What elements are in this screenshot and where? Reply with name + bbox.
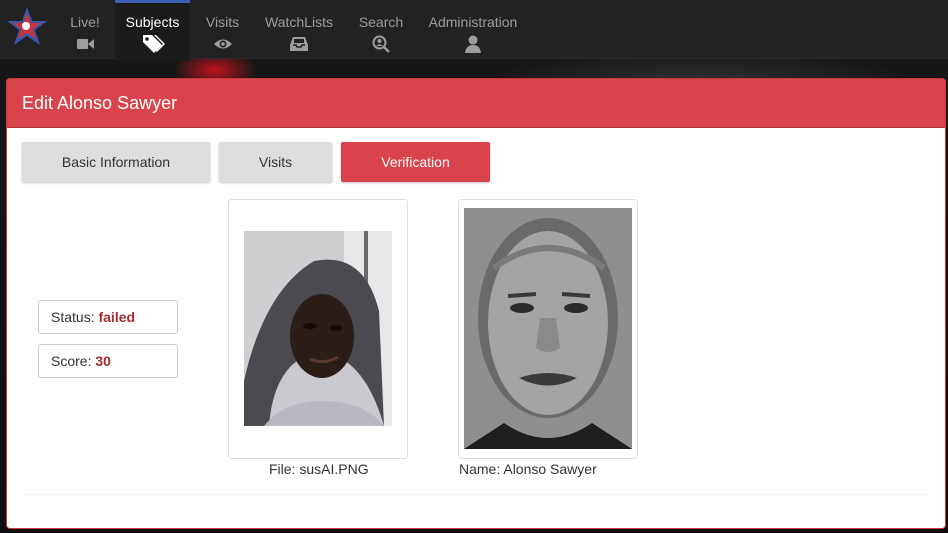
- nav-administration-label: Administration: [428, 14, 518, 30]
- probe-face-photo: [244, 231, 392, 426]
- score-box: Score: 30: [38, 344, 178, 378]
- panel-title: Edit Alonso Sawyer: [7, 79, 945, 128]
- nav-visits[interactable]: Visits: [195, 0, 250, 58]
- tab-visits[interactable]: Visits: [219, 142, 332, 182]
- subject-face-photo: [464, 208, 632, 449]
- video-camera-icon: [77, 39, 94, 49]
- nav-live[interactable]: Live!: [60, 0, 110, 58]
- status-label: Status:: [51, 309, 95, 325]
- top-navbar: Live! Subjects Visits WatchLists Search: [0, 0, 948, 61]
- nav-subjects[interactable]: Subjects: [115, 0, 190, 61]
- tab-verification[interactable]: Verification: [341, 142, 490, 182]
- nav-live-label: Live!: [70, 14, 100, 30]
- nav-watchlists-label: WatchLists: [265, 14, 333, 30]
- app-logo[interactable]: [5, 5, 49, 49]
- tab-basic-information[interactable]: Basic Information: [22, 142, 210, 182]
- nav-search[interactable]: Search: [350, 0, 412, 58]
- user-icon: [465, 35, 481, 53]
- status-box: Status: failed: [38, 300, 178, 334]
- score-value: 30: [95, 353, 111, 369]
- nav-subjects-label: Subjects: [125, 14, 180, 30]
- name-caption: Name: Alonso Sawyer: [459, 461, 597, 477]
- eye-icon: [213, 39, 232, 49]
- probe-image-thumbnail[interactable]: [228, 199, 408, 459]
- subject-image-thumbnail[interactable]: [458, 199, 638, 459]
- score-label: Score:: [51, 353, 92, 369]
- nav-search-label: Search: [358, 14, 404, 30]
- file-caption: File: susAI.PNG: [269, 461, 369, 477]
- edit-subject-panel: Edit Alonso Sawyer Basic Information Vis…: [6, 78, 946, 529]
- tags-icon: [142, 35, 165, 53]
- nav-administration[interactable]: Administration: [422, 0, 524, 58]
- nav-watchlists[interactable]: WatchLists: [258, 0, 340, 58]
- status-value: failed: [98, 309, 136, 325]
- nav-visits-label: Visits: [205, 14, 240, 30]
- inbox-icon: [290, 37, 308, 51]
- panel-divider: [23, 494, 929, 495]
- search-face-icon: [372, 35, 390, 53]
